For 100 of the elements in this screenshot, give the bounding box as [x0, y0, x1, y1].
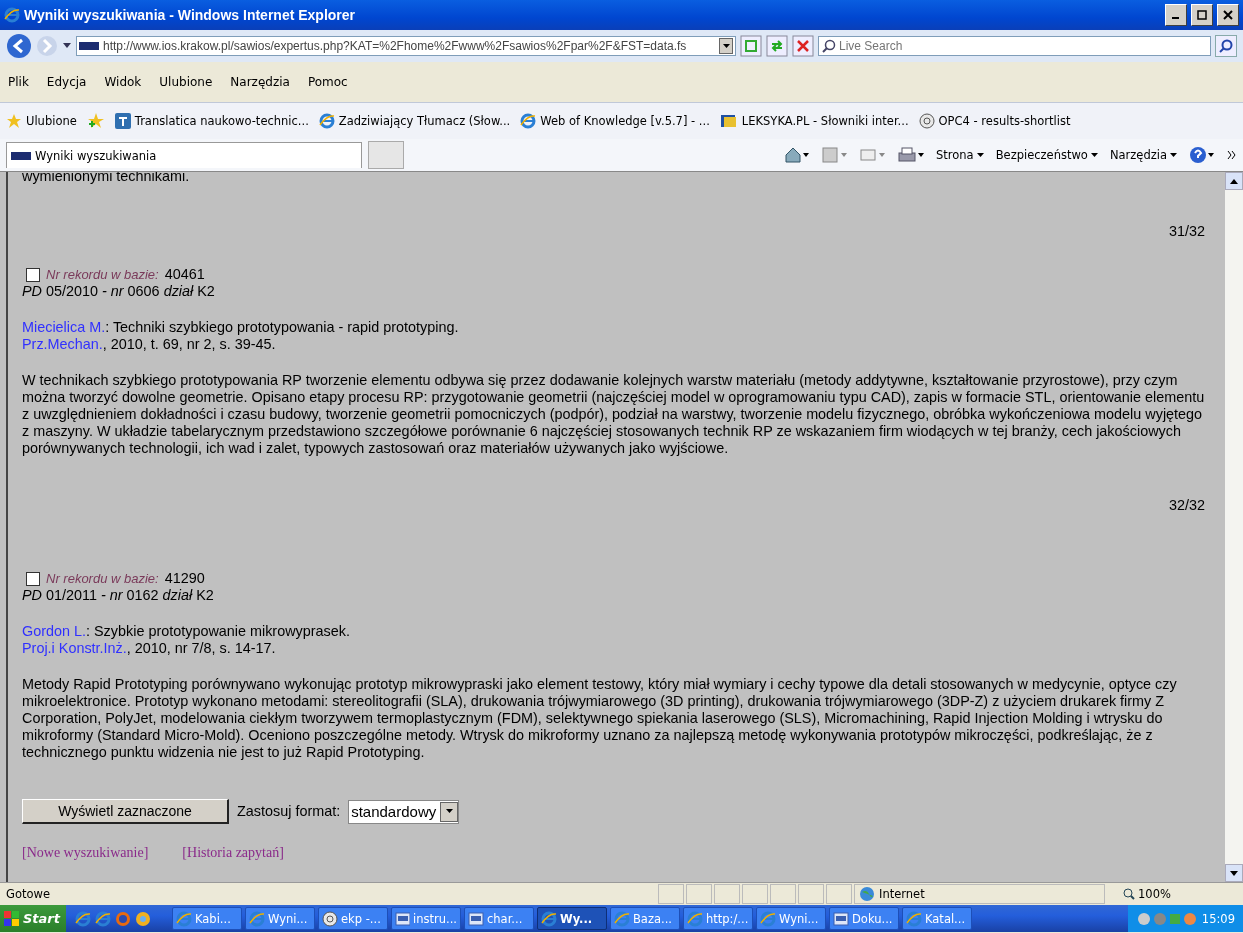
favorites-button[interactable]: Ulubione — [6, 113, 77, 129]
ie-icon — [906, 910, 922, 927]
browser-tab[interactable]: Wyniki wyszukiwania — [6, 142, 362, 168]
command-menu[interactable]: Narzędzia — [1109, 148, 1177, 162]
document-icon — [833, 910, 849, 927]
globe-icon — [322, 910, 338, 927]
nav-link[interactable]: [Historia zapytań] — [182, 844, 284, 862]
compatibility-icon[interactable] — [740, 35, 762, 57]
favorite-link[interactable]: LEKSYKA.PL - Słowniki inter... — [719, 113, 909, 129]
taskbar-button[interactable]: Doku... — [829, 907, 899, 930]
command-menu[interactable]: Bezpieczeństwo — [995, 148, 1098, 162]
journal-link[interactable]: Proj.i Konstr.Inż. — [22, 640, 127, 656]
menu-item[interactable]: Widok — [102, 73, 144, 91]
menu-item[interactable]: Narzędzia — [228, 73, 292, 91]
taskbar-button[interactable]: Baza... — [610, 907, 680, 930]
article-title: : Techniki szybkiego prototypowania - rapid prototyping. — [105, 319, 459, 335]
taskbar-button[interactable]: instru... — [391, 907, 461, 930]
zoom-control[interactable]: 100% — [1123, 887, 1171, 901]
scrollbar[interactable] — [1225, 172, 1243, 882]
taskbar-button[interactable]: Wy... — [537, 907, 607, 930]
quick-launch-icon[interactable] — [75, 910, 91, 927]
up-arrow-icon[interactable] — [1230, 178, 1238, 184]
favorite-link[interactable]: Translatica naukowo-technic... — [114, 113, 309, 129]
source-details: , 2010, nr 7/8, s. 14-17. — [126, 640, 276, 656]
taskbar-button[interactable]: http:/... — [683, 907, 753, 930]
author-link[interactable]: Miecielica M. — [22, 319, 106, 335]
menu-item[interactable]: Plik — [6, 73, 31, 91]
format-select[interactable]: standardowy — [348, 799, 460, 824]
taskbar-button[interactable]: Wyni... — [756, 907, 826, 930]
search-icon — [1219, 39, 1233, 53]
result-counter: 32/32 — [1169, 497, 1205, 513]
status-text: Gotowe — [6, 887, 51, 901]
help-icon[interactable] — [1189, 146, 1215, 164]
stop-button[interactable] — [792, 35, 814, 57]
dropdown-button[interactable] — [719, 38, 733, 54]
chevron-icon[interactable] — [1227, 150, 1237, 160]
record-number: 40461 — [164, 266, 205, 283]
ie-icon — [176, 910, 192, 927]
dictionary-icon — [719, 113, 738, 129]
search-button[interactable] — [1215, 35, 1237, 57]
ie-icon — [687, 910, 703, 927]
record-number: 41290 — [164, 570, 205, 587]
caret-icon — [722, 43, 730, 49]
menu-item[interactable]: Pomoc — [305, 73, 350, 91]
field-label: Nr rekordu w bazie: — [46, 570, 159, 587]
back-button[interactable] — [6, 33, 32, 59]
document-icon — [468, 910, 484, 927]
taskbar-button[interactable]: Kabi... — [172, 907, 242, 930]
close-icon — [1223, 10, 1233, 20]
zoom-icon — [1123, 888, 1135, 900]
quick-launch-icon[interactable] — [135, 910, 151, 927]
checkbox[interactable] — [26, 571, 40, 586]
taskbar-button[interactable]: Wyni... — [245, 907, 315, 930]
taskbar-button[interactable]: ekp -... — [318, 907, 388, 930]
author-link[interactable]: Gordon L. — [22, 623, 86, 639]
nav-link[interactable]: [Nowe wyszukiwanie] — [22, 844, 149, 862]
close-button[interactable] — [1217, 4, 1239, 26]
favorite-link[interactable]: OPC4 - results-shortlist — [918, 113, 1071, 129]
minimize-button[interactable] — [1165, 4, 1187, 26]
search-field[interactable]: Live Search — [818, 36, 1211, 56]
mail-icon[interactable] — [860, 147, 886, 163]
favorite-link[interactable]: Web of Knowledge [v.5.7] - ... — [520, 113, 710, 129]
menu-item[interactable]: Ulubione — [157, 73, 215, 91]
zone-text: Internet — [879, 887, 925, 901]
command-menu[interactable]: Strona — [936, 148, 984, 162]
ie-icon — [318, 113, 335, 129]
site-icon — [11, 151, 31, 160]
abstract: W technikach szybkiego prototypowania RP tworzenie elementu odbywa się przez dodawanie kolejnych warstw materiału (metody addytywne, kształtowanie przyrostowe), przy czym można tworzyć dowolne geometrie. Opisano etapy procesu RP: przygotowanie geometrii (najczęściej model w oprogramowaniu typu CAD), zapis w formacie STL, orientowanie elementu z uwzględnieniem dokładności i czasu budowy, tworzenie geometrii pomocniczych (podpór), podział na warstwy, tworzenie modelu fizycznego, obróbka wykończeniowa modelu wyjętego z maszyny. W układzie tabelarycznym przedstawiono szczegółowe porównanie 6 najczęściej stosowanych technik RP ze wskazaniem firm wiodących w tej branży, cech jakościowych porównywanych technologii, ich wad i zalet, typowych zastosowań oraz materiałów używanych jako wyjściowe. — [22, 372, 1206, 457]
caret-icon — [976, 152, 984, 158]
abstract: Metody Rapid Prototyping porównywano wykonując prototyp mikrowypraski jako element testowy, który miał wymiary i cechy typowe dla detali stosowanych w medycynie, optyce czy mikroelektronice. Prototyp wykonano metodami: stereolitografii (SLA), drukowania trójwymiarowego (3D printing), drukowania trójwymiarowego (3DP-Z) z użyciem drukarek firmy Z Corporation, PolyJet, modelowania ciekłym tworzywem termoplastycznym (FDM), selektywnego spiekania laserowego (SLS), Micromachining, Rapid Injection Molding i wtrysku do mikroformy (Standard Micro-Mold). Oceniono poszczególne metody. Wtrysk do mikroformy uznano za najlepszą metodę wykonywania prototypów mikroczęści, podkreślając, że z technicznego punktu widzenia nie jest to już Rapid Prototyping. — [22, 676, 1178, 761]
search-icon — [822, 39, 836, 53]
journal-link[interactable]: Prz.Mechan. — [22, 336, 103, 352]
ie-icon — [541, 910, 557, 927]
caret-icon[interactable] — [62, 42, 72, 50]
refresh-button[interactable] — [766, 35, 788, 57]
show-selected-button[interactable]: Wyświetl zaznaczone — [22, 799, 229, 824]
start-button[interactable]: Start — [0, 905, 66, 932]
add-favorite-icon[interactable] — [86, 112, 105, 130]
maximize-button[interactable] — [1191, 4, 1213, 26]
status-pane — [714, 884, 740, 904]
ie-icon — [249, 910, 265, 927]
globe-icon — [918, 113, 935, 129]
checkbox[interactable] — [26, 267, 40, 282]
feed-icon[interactable] — [822, 147, 848, 163]
star-icon — [6, 113, 22, 129]
ie-icon — [760, 910, 776, 927]
favorite-link[interactable]: Zadziwiający Tłumacz (Słow... — [318, 113, 511, 129]
field-label: Nr rekordu w bazie: — [46, 266, 159, 283]
maximize-icon — [1197, 10, 1207, 20]
caret-icon — [1090, 152, 1098, 158]
issue-line: PD 01/2011 - nr 0162 dział K2 — [22, 587, 215, 604]
printer-icon[interactable] — [898, 147, 924, 163]
down-arrow-icon[interactable] — [1230, 870, 1238, 876]
source-details: , 2010, t. 69, nr 2, s. 39-45. — [102, 336, 276, 352]
ie-icon — [4, 7, 20, 23]
taskbar-button[interactable]: char... — [464, 907, 534, 930]
quick-launch-icon[interactable] — [95, 910, 111, 927]
home-icon[interactable] — [784, 147, 810, 163]
menu-item[interactable]: Edycja — [44, 73, 89, 91]
taskbar-button[interactable]: Katal... — [902, 907, 972, 930]
